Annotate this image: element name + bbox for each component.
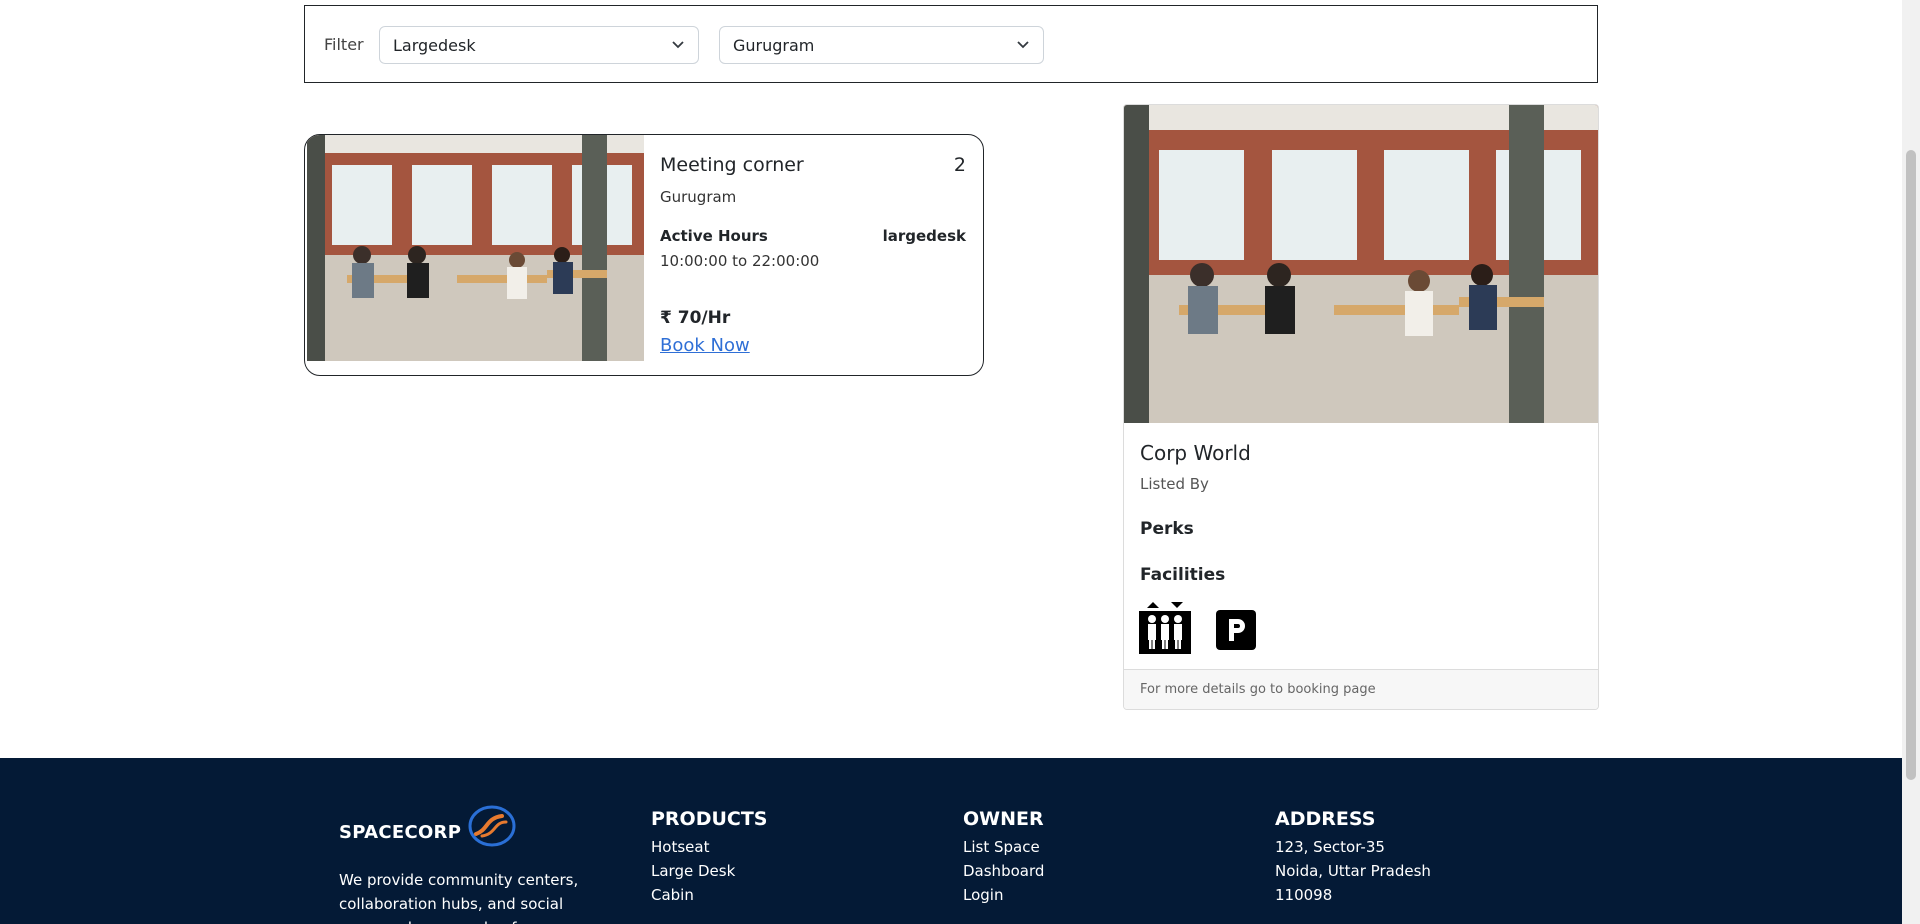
spacecorp-logo [468, 805, 516, 847]
owner-heading: OWNER [963, 808, 1044, 830]
site-footer: SPACECORP We provide community centers, … [0, 758, 1902, 924]
book-now-link[interactable]: Book Now [660, 335, 750, 356]
footer-owner: OWNER List Space Dashboard Login [963, 808, 1044, 907]
footer-products: PRODUCTS Hotseat Large Desk Cabin [651, 808, 768, 907]
footer-link-login[interactable]: Login [963, 883, 1044, 907]
listed-by-label: Listed By [1140, 475, 1209, 493]
address-line: 110098 [1275, 886, 1333, 904]
space-name: Corp World [1140, 441, 1251, 465]
listing-title: Meeting corner [660, 154, 804, 176]
active-hours-label: Active Hours [660, 227, 768, 245]
elevator-icon [1139, 602, 1191, 654]
listing-price: ₹ 70/Hr [660, 308, 731, 328]
active-hours-value: 10:00:00 to 22:00:00 [660, 252, 820, 270]
scrollbar-thumb[interactable] [1906, 150, 1916, 780]
parking-icon [1216, 610, 1256, 650]
address-line: Noida, Uttar Pradesh [1275, 862, 1431, 880]
detail-card-footer: For more details go to booking page [1124, 669, 1598, 709]
booking-page-note: For more details go to booking page [1140, 682, 1376, 697]
space-detail-card: Corp World Listed By Perks Facilities Fo… [1123, 104, 1599, 710]
footer-link-cabin[interactable]: Cabin [651, 883, 768, 907]
space-type-select-value: Largedesk [393, 36, 476, 55]
listing-count: 2 [953, 154, 966, 176]
footer-link-list-space[interactable]: List Space [963, 835, 1044, 859]
facilities-heading: Facilities [1140, 565, 1226, 585]
filter-bar: Filter Largedesk Gurugram [304, 5, 1598, 83]
city-select-value: Gurugram [733, 36, 815, 55]
products-heading: PRODUCTS [651, 808, 768, 830]
listing-card[interactable]: Meeting corner 2 Gurugram Active Hours l… [304, 134, 984, 376]
space-photo [307, 135, 644, 361]
address-heading: ADDRESS [1275, 808, 1376, 830]
page: Filter Largedesk Gurugram Meeting corner… [0, 0, 1902, 924]
listing-city: Gurugram [660, 188, 737, 206]
space-detail-photo [1124, 105, 1598, 423]
listing-space-type: largedesk [882, 227, 966, 245]
footer-link-hotseat[interactable]: Hotseat [651, 835, 768, 859]
page-scrollbar[interactable] [1902, 0, 1920, 924]
chevron-down-icon [1017, 41, 1029, 49]
footer-address: ADDRESS 123, Sector-35 Noida, Uttar Prad… [1275, 808, 1431, 907]
brand-name: SPACECORP [339, 822, 462, 843]
brand-description: We provide community centers, collaborat… [339, 871, 579, 924]
filter-label: Filter [324, 35, 364, 54]
address-line: 123, Sector-35 [1275, 838, 1385, 856]
footer-link-large-desk[interactable]: Large Desk [651, 859, 768, 883]
footer-link-dashboard[interactable]: Dashboard [963, 859, 1044, 883]
chevron-down-icon [672, 41, 684, 49]
space-type-select[interactable]: Largedesk [379, 26, 699, 64]
perks-heading: Perks [1140, 519, 1194, 539]
city-select[interactable]: Gurugram [719, 26, 1044, 64]
